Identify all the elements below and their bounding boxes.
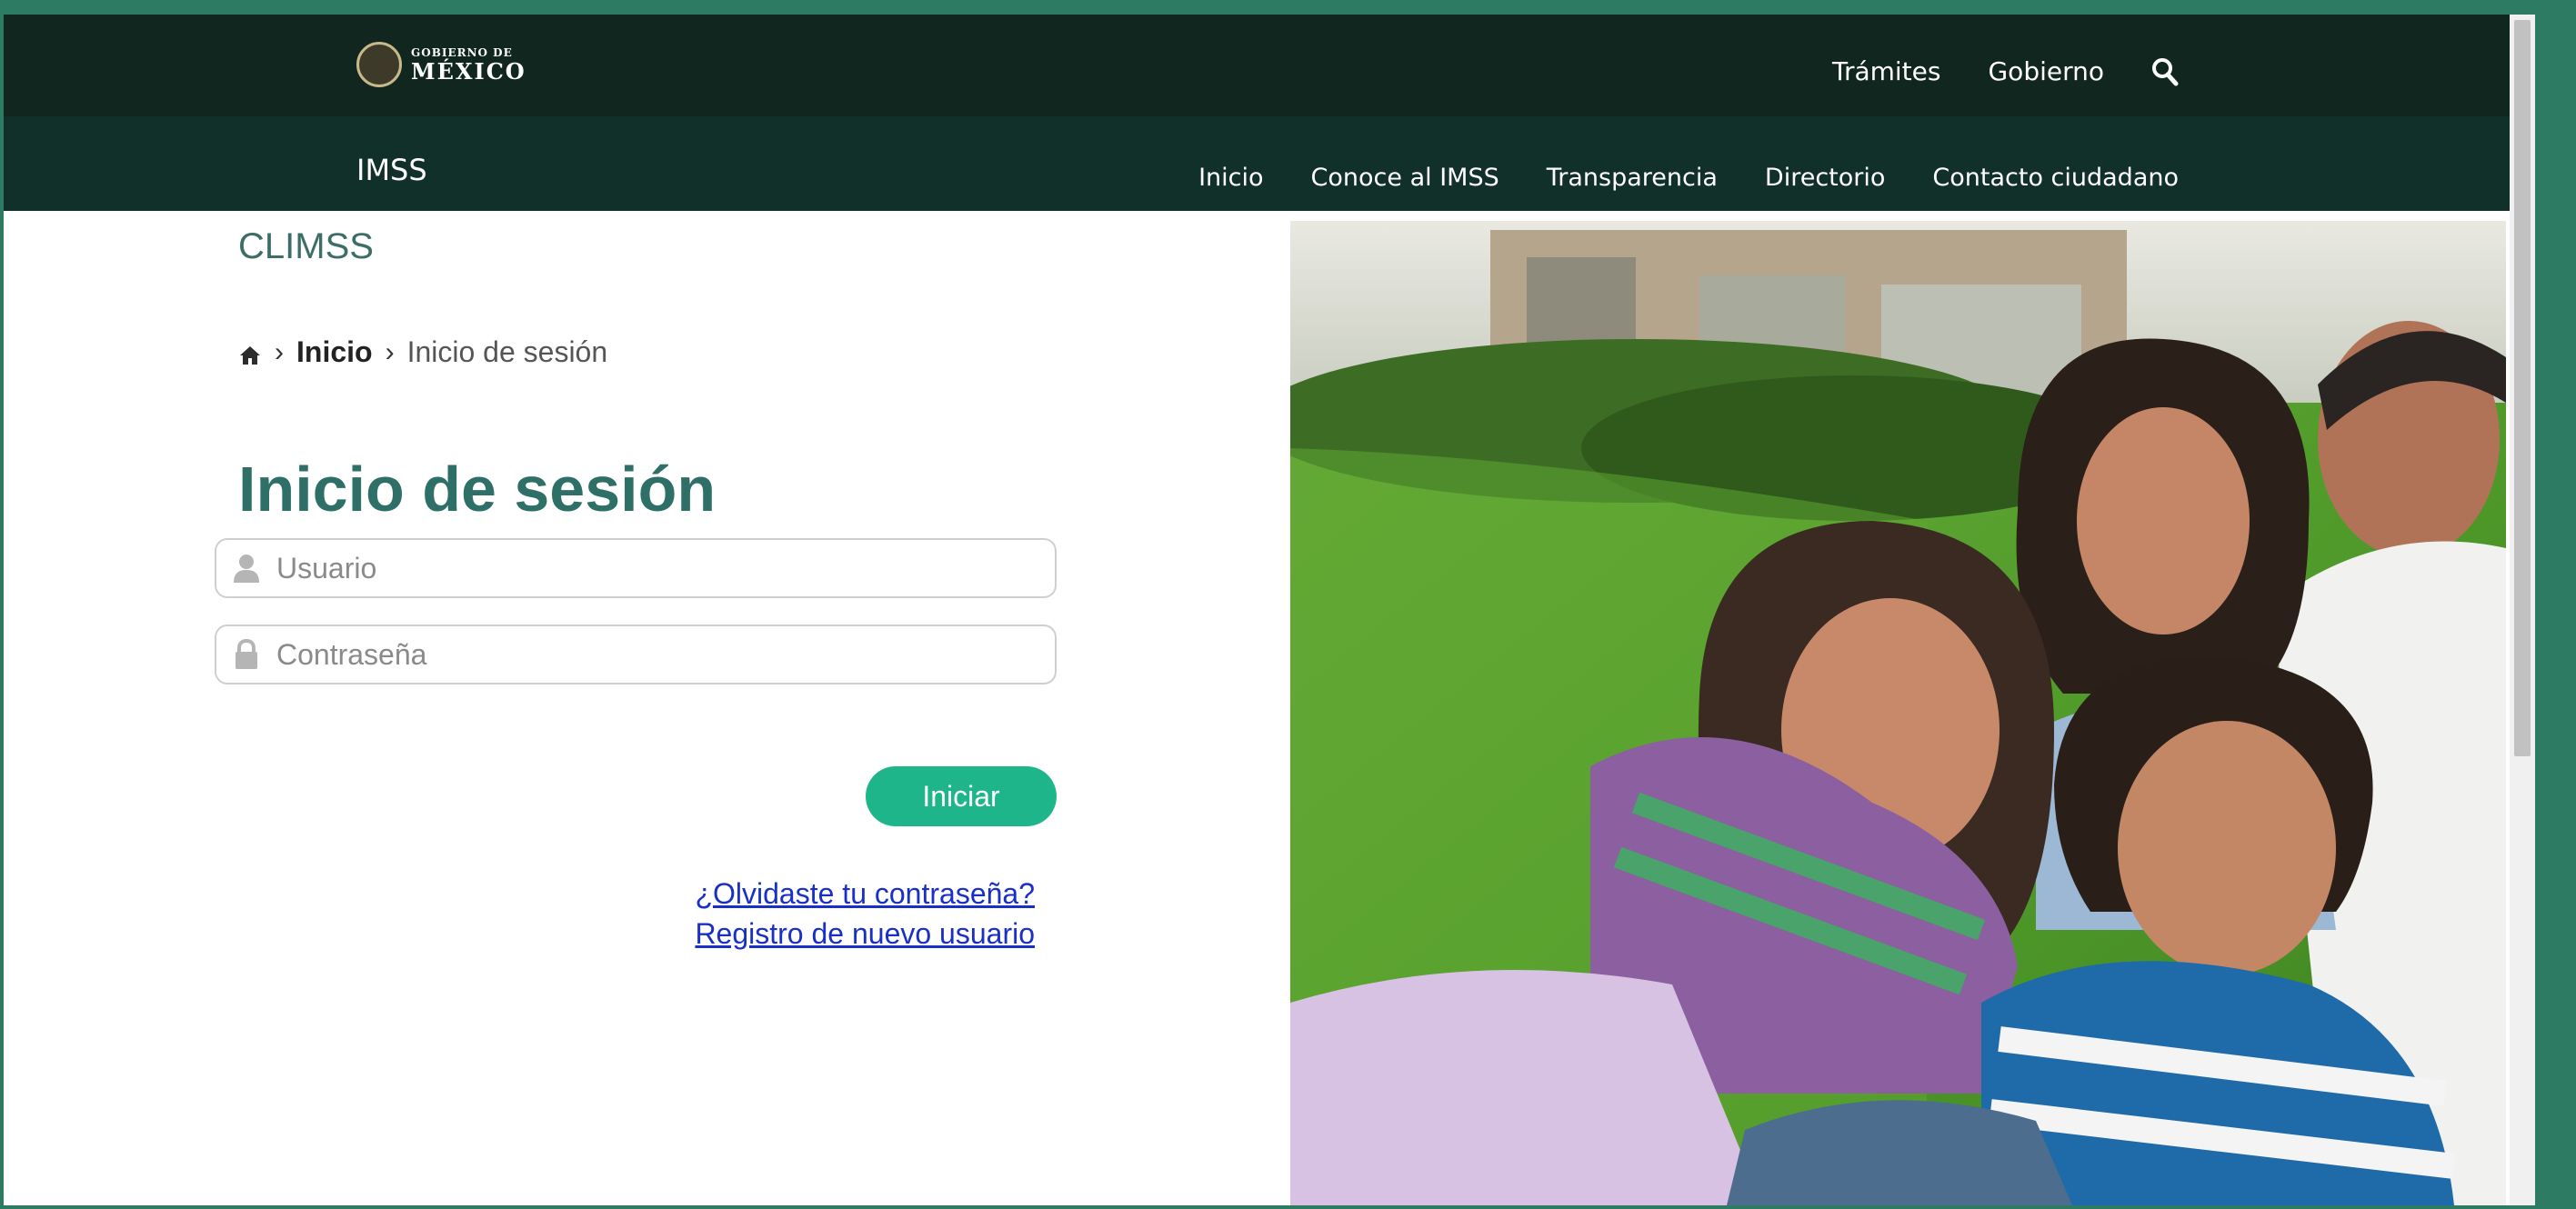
imss-navbar: IMSS Inicio Conoce al IMSS Transparencia… — [4, 116, 2535, 211]
usuario-input[interactable] — [275, 550, 1024, 586]
breadcrumb-current: Inicio de sesión — [406, 335, 608, 368]
mexico-seal-icon — [356, 42, 402, 87]
imss-brand[interactable]: IMSS — [356, 153, 427, 187]
main-nav: Inicio Conoce al IMSS Transparencia Dire… — [1198, 164, 2179, 192]
nav-item-directorio[interactable]: Directorio — [1765, 164, 1885, 192]
scrollbar-thumb[interactable] — [2514, 20, 2531, 756]
browser-viewport: GOBIERNO DE MÉXICO Trámites Gobierno IMS… — [4, 15, 2535, 1205]
gov-links: Trámites Gobierno — [1832, 56, 2179, 86]
user-icon — [231, 553, 262, 584]
breadcrumb: › Inicio › Inicio de sesión — [238, 335, 607, 369]
page-scrollbar[interactable] — [2510, 15, 2535, 1205]
breadcrumb-separator: › — [385, 336, 395, 367]
nav-item-transparencia[interactable]: Transparencia — [1547, 164, 1718, 192]
gov-link-tramites[interactable]: Trámites — [1832, 56, 1941, 86]
home-icon[interactable] — [238, 341, 262, 365]
gobierno-de-mexico-logo[interactable]: GOBIERNO DE MÉXICO — [356, 42, 526, 87]
breadcrumb-separator: › — [275, 336, 284, 367]
search-icon[interactable] — [2151, 57, 2179, 86]
register-link[interactable]: Registro de nuevo usuario — [695, 914, 1035, 954]
nav-item-contacto[interactable]: Contacto ciudadano — [1932, 164, 2179, 192]
contrasena-field[interactable] — [215, 624, 1057, 684]
logo-small-text: GOBIERNO DE — [411, 45, 513, 59]
page-title: Inicio de sesión — [238, 454, 717, 525]
nav-item-conoce[interactable]: Conoce al IMSS — [1311, 164, 1499, 192]
logo-big-text: MÉXICO — [411, 57, 526, 85]
contrasena-input[interactable] — [275, 636, 1024, 673]
nav-item-inicio[interactable]: Inicio — [1198, 164, 1263, 192]
government-bar: GOBIERNO DE MÉXICO Trámites Gobierno — [4, 15, 2535, 116]
gov-link-gobierno[interactable]: Gobierno — [1988, 56, 2104, 86]
section-title: CLIMSS — [238, 226, 374, 266]
family-photo — [1290, 221, 2506, 1205]
breadcrumb-inicio[interactable]: Inicio — [296, 335, 373, 369]
usuario-field[interactable] — [215, 538, 1057, 598]
iniciar-button[interactable]: Iniciar — [866, 766, 1057, 826]
lock-icon — [231, 638, 262, 670]
account-links: ¿Olvidaste tu contraseña? Registro de nu… — [695, 874, 1035, 954]
forgot-password-link[interactable]: ¿Olvidaste tu contraseña? — [695, 874, 1035, 914]
